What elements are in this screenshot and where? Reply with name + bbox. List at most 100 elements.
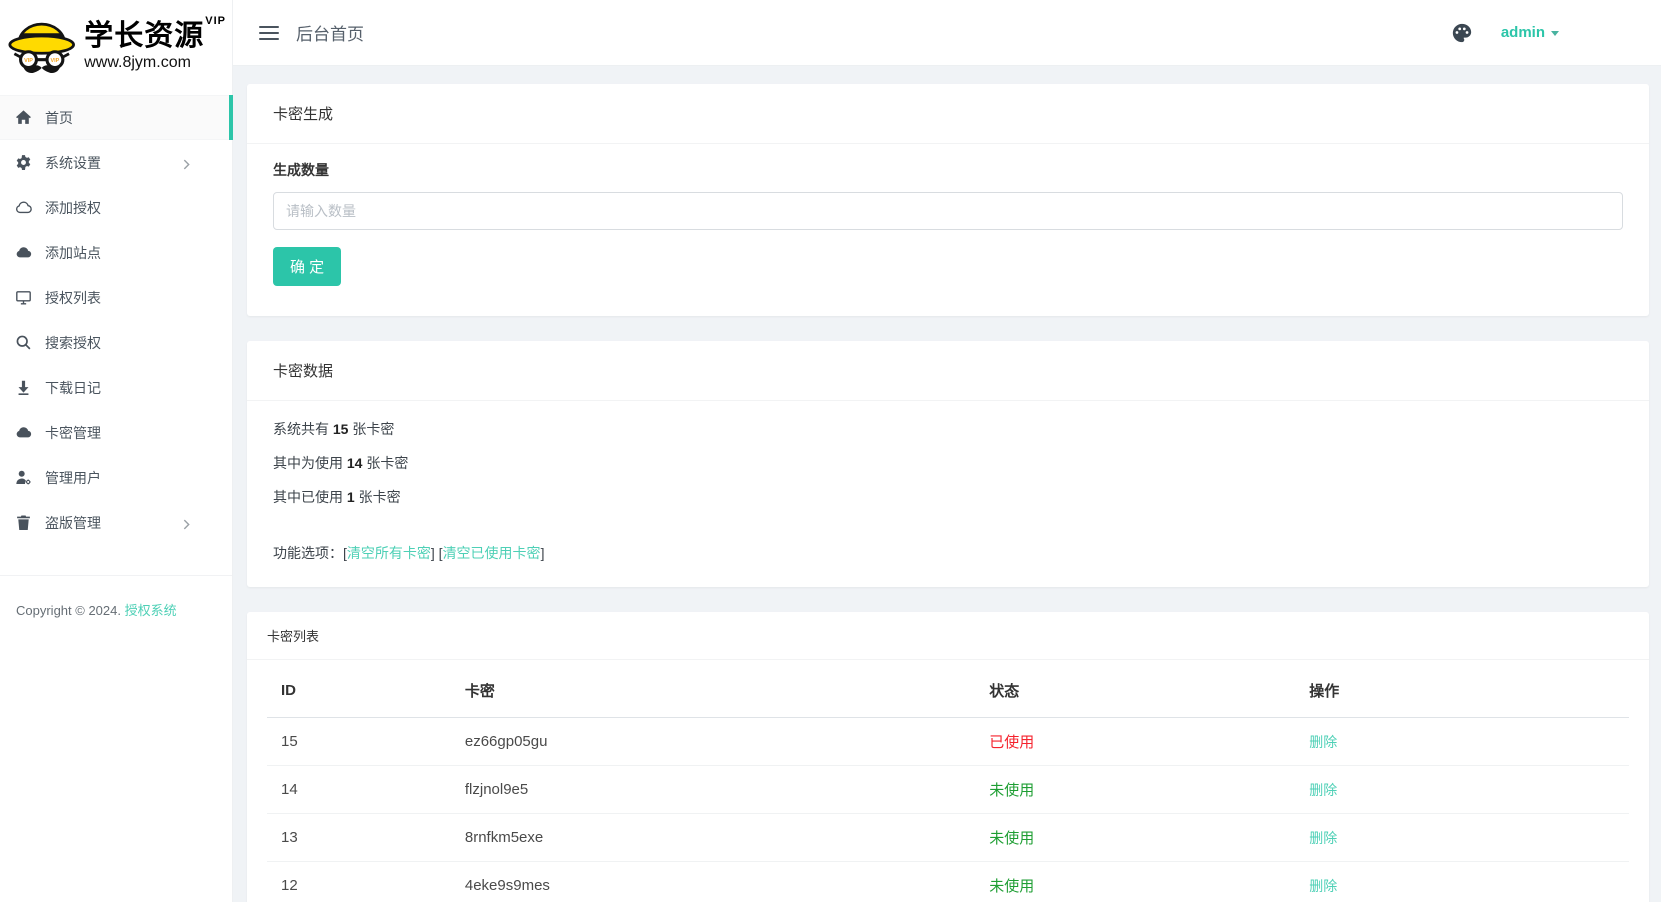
copyright: Copyright © 2024. 授权系统 <box>0 576 232 643</box>
download-icon <box>15 379 32 396</box>
sidebar-item-label: 首页 <box>45 108 73 128</box>
quantity-input[interactable] <box>273 192 1623 230</box>
menu-icon[interactable] <box>259 26 279 40</box>
sidebar-item-label: 管理用户 <box>45 468 101 488</box>
brand-title: 学长资源VIP <box>84 21 226 53</box>
sidebar-item-manage-users[interactable]: 管理用户 <box>0 455 232 500</box>
sidebar-item-search-license[interactable]: 搜索授权 <box>0 320 232 365</box>
delete-link[interactable]: 删除 <box>1309 878 1337 894</box>
sidebar-item-label: 盗版管理 <box>45 513 101 533</box>
card-title: 卡密数据 <box>247 341 1649 401</box>
brand-vip-badge: VIP <box>205 15 226 27</box>
stats-prefix: 其中为使用 <box>273 455 343 471</box>
sidebar-item-label: 卡密管理 <box>45 423 101 443</box>
cell-id: 12 <box>267 862 451 902</box>
cell-key: ez66gp05gu <box>451 718 975 766</box>
stats-used-line: 其中已使用 1 张卡密 <box>273 487 1623 507</box>
chevron-right-icon <box>183 517 190 533</box>
table-row: 14 flzjnol9e5 未使用 删除 <box>267 766 1629 814</box>
status-badge: 未使用 <box>975 862 1295 902</box>
sidebar-item-label: 搜索授权 <box>45 333 101 353</box>
confirm-button[interactable]: 确 定 <box>273 247 341 286</box>
lens-vip-right-text: VIP <box>51 58 60 64</box>
table-row: 12 4eke9s9mes 未使用 删除 <box>267 862 1629 902</box>
topbar: 后台首页 admin <box>233 0 1661 66</box>
cell-id: 15 <box>267 718 451 766</box>
sidebar-item-add-site[interactable]: 添加站点 <box>0 230 232 275</box>
stats-prefix: 系统共有 <box>273 421 329 437</box>
page-title: 后台首页 <box>296 20 364 45</box>
stats-total-line: 系统共有 15 张卡密 <box>273 419 1623 439</box>
username: admin <box>1501 24 1545 41</box>
gear-icon <box>15 154 32 171</box>
status-badge: 已使用 <box>975 718 1295 766</box>
status-badge: 未使用 <box>975 766 1295 814</box>
col-header-id: ID <box>267 660 451 718</box>
card-key-stats-card: 卡密数据 系统共有 15 张卡密 其中为使用 14 张卡密 其中已使用 1 张卡… <box>247 341 1649 587</box>
table-header-row: ID 卡密 状态 操作 <box>267 660 1629 718</box>
stats-unused-line: 其中为使用 14 张卡密 <box>273 453 1623 473</box>
copyright-link[interactable]: 授权系统 <box>125 603 177 618</box>
sidebar-item-license-list[interactable]: 授权列表 <box>0 275 232 320</box>
sidebar-item-label: 系统设置 <box>45 153 101 173</box>
user-menu[interactable]: admin <box>1501 24 1559 41</box>
brand: VIP VIP VIP 学长资源VIP www.8jym.com <box>0 0 232 92</box>
sidebar-item-add-license[interactable]: 添加授权 <box>0 185 232 230</box>
delete-link[interactable]: 删除 <box>1309 734 1337 750</box>
col-header-status: 状态 <box>975 660 1295 718</box>
stats-value: 15 <box>333 421 349 437</box>
sidebar-menu: 首页 系统设置 添加授权 添加站点 授权列 <box>0 95 232 545</box>
col-header-key: 卡密 <box>451 660 975 718</box>
stats-suffix: 张卡密 <box>359 489 401 505</box>
card-title: 卡密列表 <box>247 612 1649 660</box>
brand-logo-icon: VIP VIP VIP <box>8 9 77 83</box>
sidebar-item-system-settings[interactable]: 系统设置 <box>0 140 232 185</box>
card-key-list-card: 卡密列表 ID 卡密 状态 操作 15 ez66gp05gu 已使用 <box>247 612 1649 902</box>
copyright-text: Copyright © 2024. <box>16 603 121 618</box>
options-label: 功能选项： <box>273 545 343 561</box>
delete-link[interactable]: 删除 <box>1309 830 1337 846</box>
sidebar-item-label: 添加授权 <box>45 198 101 218</box>
stats-value: 1 <box>347 489 355 505</box>
clear-all-keys-link[interactable]: 清空所有卡密 <box>347 545 431 561</box>
delete-link[interactable]: 删除 <box>1309 782 1337 798</box>
cloud-icon <box>15 424 32 441</box>
card-key-generate-card: 卡密生成 生成数量 确 定 <box>247 84 1649 316</box>
stats-value: 14 <box>347 455 363 471</box>
main-content: 卡密生成 生成数量 确 定 卡密数据 系统共有 15 张卡密 其中为使用 14 … <box>233 66 1661 902</box>
palette-icon[interactable] <box>1451 22 1473 44</box>
user-gear-icon <box>15 469 32 486</box>
brand-title-text: 学长资源 <box>84 20 204 52</box>
clear-used-keys-link[interactable]: 清空已使用卡密 <box>443 545 541 561</box>
card-title: 卡密生成 <box>247 84 1649 144</box>
brand-url: www.8jym.com <box>84 54 226 72</box>
trash-icon <box>15 514 32 531</box>
cloud-outline-icon <box>15 199 32 216</box>
search-icon <box>15 334 32 351</box>
sidebar-item-piracy-management[interactable]: 盗版管理 <box>0 500 232 545</box>
status-badge: 未使用 <box>975 814 1295 862</box>
sidebar-item-download-log[interactable]: 下载日记 <box>0 365 232 410</box>
cloud-icon <box>15 244 32 261</box>
col-header-action: 操作 <box>1295 660 1629 718</box>
cell-key: 4eke9s9mes <box>451 862 975 902</box>
sidebar-item-label: 授权列表 <box>45 288 101 308</box>
stats-suffix: 张卡密 <box>366 455 408 471</box>
cell-key: flzjnol9e5 <box>451 766 975 814</box>
card-key-table: ID 卡密 状态 操作 15 ez66gp05gu 已使用 删除 14 <box>267 660 1629 902</box>
chevron-right-icon <box>183 157 190 173</box>
sidebar-item-card-key-management[interactable]: 卡密管理 <box>0 410 232 455</box>
sidebar-item-label: 下载日记 <box>45 378 101 398</box>
monitor-icon <box>15 289 32 306</box>
sidebar-item-home[interactable]: 首页 <box>0 95 232 140</box>
sidebar: VIP VIP VIP 学长资源VIP www.8jym.com 首页 <box>0 0 233 902</box>
table-row: 13 8rnfkm5exe 未使用 删除 <box>267 814 1629 862</box>
lens-vip-left-text: VIP <box>24 58 33 64</box>
cell-key: 8rnfkm5exe <box>451 814 975 862</box>
quantity-label: 生成数量 <box>273 160 1623 180</box>
stats-prefix: 其中已使用 <box>273 489 343 505</box>
sidebar-item-label: 添加站点 <box>45 243 101 263</box>
home-icon <box>15 109 32 126</box>
cell-id: 13 <box>267 814 451 862</box>
stats-suffix: 张卡密 <box>352 421 394 437</box>
